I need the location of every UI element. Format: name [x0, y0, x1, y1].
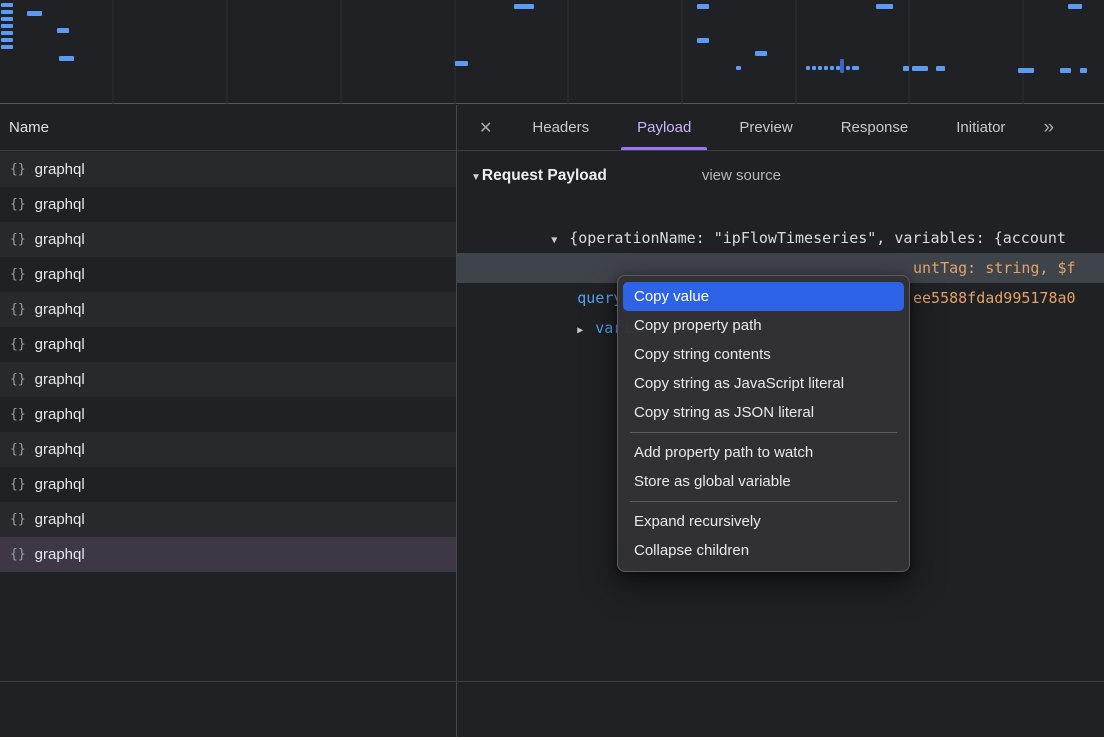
- tab-label: Response: [841, 119, 909, 136]
- request-name: graphql: [35, 476, 85, 493]
- context-menu-separator: [630, 501, 897, 502]
- request-row[interactable]: {} graphql: [0, 327, 456, 362]
- tab-label: Headers: [532, 119, 589, 136]
- context-menu-item[interactable]: Copy property path: [623, 311, 904, 340]
- request-name: graphql: [35, 161, 85, 178]
- context-menu-item[interactable]: Copy string as JSON literal: [623, 398, 904, 427]
- json-icon: {}: [10, 477, 26, 492]
- details-tab[interactable]: Preview: [715, 105, 816, 150]
- json-icon: {}: [10, 547, 26, 562]
- payload-operationname-row[interactable]: operationName: "ipFlowTimeseries": [457, 223, 1104, 253]
- context-menu-item[interactable]: Copy string as JavaScript literal: [623, 369, 904, 398]
- menu-item-label: Copy value: [634, 288, 709, 305]
- request-name: graphql: [35, 336, 85, 353]
- request-name: graphql: [35, 441, 85, 458]
- tab-label: Preview: [739, 119, 792, 136]
- request-name: graphql: [35, 371, 85, 388]
- more-tabs-icon[interactable]: »: [1043, 117, 1053, 139]
- request-row[interactable]: {} graphql: [0, 257, 456, 292]
- devtools-window: Name {} graphql {} graphql {} graphql {}…: [0, 0, 1104, 737]
- expander-right-icon[interactable]: ▶: [577, 316, 595, 346]
- json-icon: {}: [10, 302, 26, 317]
- menu-item-label: Copy string contents: [634, 346, 771, 363]
- menu-item-label: Expand recursively: [634, 513, 761, 530]
- json-icon: {}: [10, 442, 26, 457]
- request-name: graphql: [35, 511, 85, 528]
- close-details-icon[interactable]: ✕: [457, 118, 508, 138]
- context-menu-separator: [630, 432, 897, 433]
- tab-label: Initiator: [956, 119, 1005, 136]
- request-row[interactable]: {} graphql: [0, 397, 456, 432]
- request-row[interactable]: {} graphql: [0, 362, 456, 397]
- menu-item-label: Copy string as JavaScript literal: [634, 375, 844, 392]
- details-tabs: Headers Payload Preview Response Initiat…: [508, 105, 1029, 150]
- details-tab[interactable]: Headers: [508, 105, 613, 150]
- request-row[interactable]: {} graphql: [0, 502, 456, 537]
- request-name: graphql: [35, 546, 85, 563]
- details-tabbar: ✕ Headers Payload Preview Response: [457, 105, 1104, 151]
- request-name: graphql: [35, 196, 85, 213]
- menu-item-label: Add property path to watch: [634, 444, 813, 461]
- network-activity-bars: [0, 0, 1104, 104]
- request-row[interactable]: {} graphql: [0, 292, 456, 327]
- context-menu-item[interactable]: Collapse children: [623, 536, 904, 565]
- tab-label: Payload: [637, 119, 691, 136]
- network-overview-timeline[interactable]: [0, 0, 1104, 104]
- json-icon: {}: [10, 162, 26, 177]
- context-menu-item[interactable]: Add property path to watch: [623, 438, 904, 467]
- statusbar-divider: [0, 681, 1104, 682]
- request-row[interactable]: {} graphql: [0, 432, 456, 467]
- context-menu-item[interactable]: Copy value: [623, 282, 904, 311]
- request-name: graphql: [35, 301, 85, 318]
- details-tab[interactable]: Initiator: [932, 105, 1029, 150]
- json-icon: {}: [10, 197, 26, 212]
- json-icon: {}: [10, 512, 26, 527]
- json-icon: {}: [10, 407, 26, 422]
- menu-item-label: Collapse children: [634, 542, 749, 559]
- request-name: graphql: [35, 266, 85, 283]
- context-menu-item[interactable]: Expand recursively: [623, 507, 904, 536]
- json-icon: {}: [10, 232, 26, 247]
- details-tab[interactable]: Response: [817, 105, 933, 150]
- menu-item-label: Copy string as JSON literal: [634, 404, 814, 421]
- collapse-triangle-icon[interactable]: ▼: [471, 172, 481, 183]
- request-row[interactable]: {} graphql: [0, 187, 456, 222]
- json-icon: {}: [10, 267, 26, 282]
- request-payload-section-header[interactable]: ▼ Request Payload view source: [471, 167, 1104, 185]
- context-menu-item[interactable]: Store as global variable: [623, 467, 904, 496]
- details-tab[interactable]: Payload: [613, 105, 715, 150]
- property-value-right: ee5588fdad995178a0: [913, 283, 1076, 313]
- context-menu-item[interactable]: Copy string contents: [623, 340, 904, 369]
- payload-root-row[interactable]: ▼{operationName: "ipFlowTimeseries", var…: [457, 193, 1104, 223]
- menu-item-label: Copy property path: [634, 317, 762, 334]
- json-icon: {}: [10, 372, 26, 387]
- json-icon: {}: [10, 337, 26, 352]
- menu-item-label: Store as global variable: [634, 473, 791, 490]
- context-menu: Copy value Copy property path Copy strin…: [617, 275, 910, 572]
- panel-divider[interactable]: [456, 105, 457, 737]
- name-column-header[interactable]: Name: [0, 105, 456, 151]
- request-payload-title: Request Payload: [482, 167, 607, 185]
- request-row[interactable]: {} graphql: [0, 222, 456, 257]
- request-row[interactable]: {} graphql: [0, 537, 456, 572]
- request-name: graphql: [35, 406, 85, 423]
- property-value-right: untTag: string, $f: [913, 253, 1076, 283]
- request-list: {} graphql {} graphql {} graphql {} grap…: [0, 152, 456, 572]
- view-source-link[interactable]: view source: [702, 167, 781, 184]
- request-row[interactable]: {} graphql: [0, 152, 456, 187]
- name-column-label: Name: [9, 119, 49, 136]
- request-name: graphql: [35, 231, 85, 248]
- request-row[interactable]: {} graphql: [0, 467, 456, 502]
